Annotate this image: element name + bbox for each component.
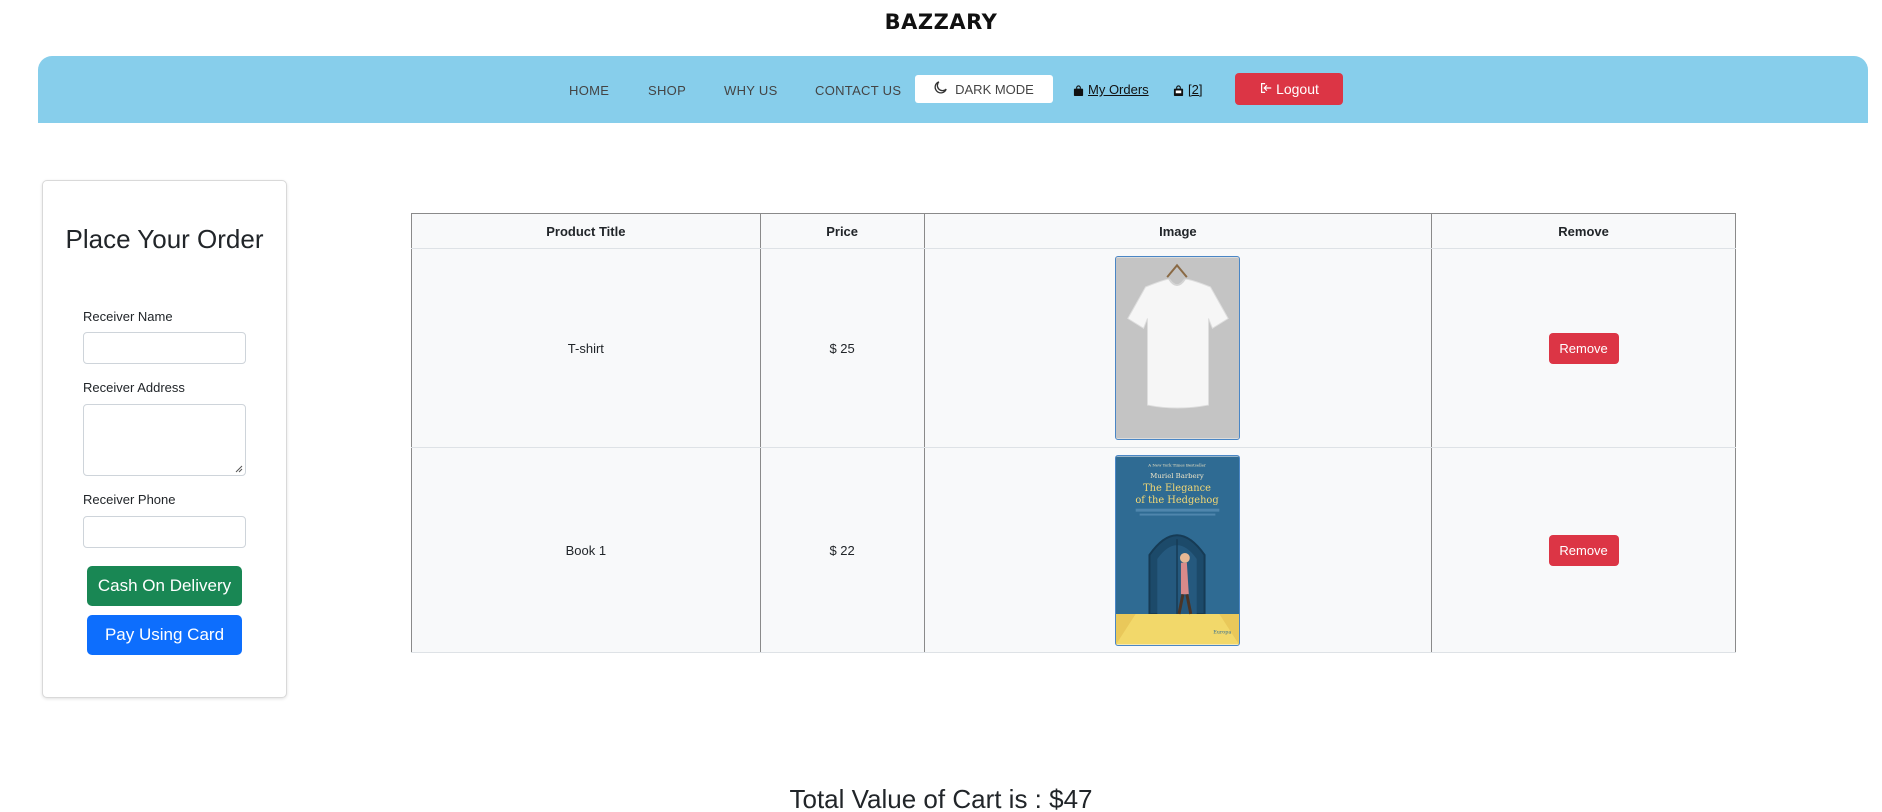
shopping-bag-icon (1073, 84, 1084, 96)
my-orders-link[interactable]: My Orders (1073, 82, 1149, 97)
cash-on-delivery-button[interactable]: Cash On Delivery (87, 566, 242, 606)
navbar: HOME SHOP WHY US CONTACT US DARK MODE My… (38, 56, 1868, 123)
nav-contact-us-link[interactable]: CONTACT US (815, 83, 901, 98)
nav-shop-link[interactable]: SHOP (648, 83, 686, 98)
product-image-cell: A New York Times Bestseller Muriel Barbe… (923, 447, 1433, 653)
receiver-address-textarea[interactable] (83, 404, 246, 476)
table-row: T-shirt $ 25 Remove (411, 248, 1736, 448)
header-product-title: Product Title (411, 213, 761, 249)
cart-total: Total Value of Cart is : $47 (789, 784, 1093, 812)
receiver-phone-label: Receiver Phone (83, 492, 176, 507)
dark-mode-button[interactable]: DARK MODE (915, 75, 1053, 103)
receiver-name-input[interactable] (83, 332, 246, 364)
product-price-cell: $ 22 (759, 447, 925, 653)
table-header-row: Product Title Price Image Remove (411, 213, 1736, 249)
product-title-cell: Book 1 (411, 447, 761, 653)
place-order-card: Place Your Order Receiver Name Receiver … (42, 180, 287, 698)
remove-button[interactable]: Remove (1548, 332, 1619, 364)
receiver-phone-input[interactable] (83, 516, 246, 548)
book-cover-publisher: Europa (1214, 629, 1232, 635)
moon-icon (934, 81, 947, 97)
cart-count: [2] (1188, 82, 1203, 97)
header-remove: Remove (1431, 213, 1736, 249)
remove-button[interactable]: Remove (1548, 534, 1619, 566)
book-cover-title-2: of the Hedgehog (1136, 494, 1219, 505)
order-form-title: Place Your Order (65, 224, 264, 254)
logout-icon (1259, 81, 1273, 98)
receiver-name-label: Receiver Name (83, 309, 173, 324)
header-price: Price (759, 213, 925, 249)
book-cover-image: A New York Times Bestseller Muriel Barbe… (1115, 454, 1241, 646)
header-image: Image (923, 213, 1433, 249)
dark-mode-label: DARK MODE (955, 81, 1034, 97)
resize-grip-icon[interactable] (235, 465, 243, 473)
book-cover-title-1: The Elegance (1144, 482, 1212, 493)
nav-home-link[interactable]: HOME (569, 83, 609, 98)
logout-button[interactable]: Logout (1235, 73, 1343, 105)
receiver-address-label: Receiver Address (83, 380, 185, 395)
remove-cell: Remove (1431, 447, 1736, 653)
pay-using-card-button[interactable]: Pay Using Card (87, 615, 242, 655)
book-cover-author: Muriel Barbery (1151, 472, 1205, 480)
white-tshirt-image (1115, 256, 1241, 440)
product-image-cell (923, 248, 1433, 448)
remove-cell: Remove (1431, 248, 1736, 448)
my-orders-label: My Orders (1088, 82, 1149, 97)
book-cover-top-text: A New York Times Bestseller (1148, 462, 1207, 467)
table-row: Book 1 $ 22 A New York Times Bestseller … (411, 447, 1736, 653)
cart-bag-icon (1173, 84, 1184, 96)
nav-why-us-link[interactable]: WHY US (724, 83, 778, 98)
cart-table: Product Title Price Image Remove T-shirt… (411, 213, 1736, 653)
cart-link[interactable]: [2] (1173, 82, 1202, 97)
product-price-cell: $ 25 (759, 248, 925, 448)
product-title-cell: T-shirt (411, 248, 761, 448)
logout-label: Logout (1276, 81, 1319, 97)
site-brand: BAZZARY (884, 10, 998, 34)
